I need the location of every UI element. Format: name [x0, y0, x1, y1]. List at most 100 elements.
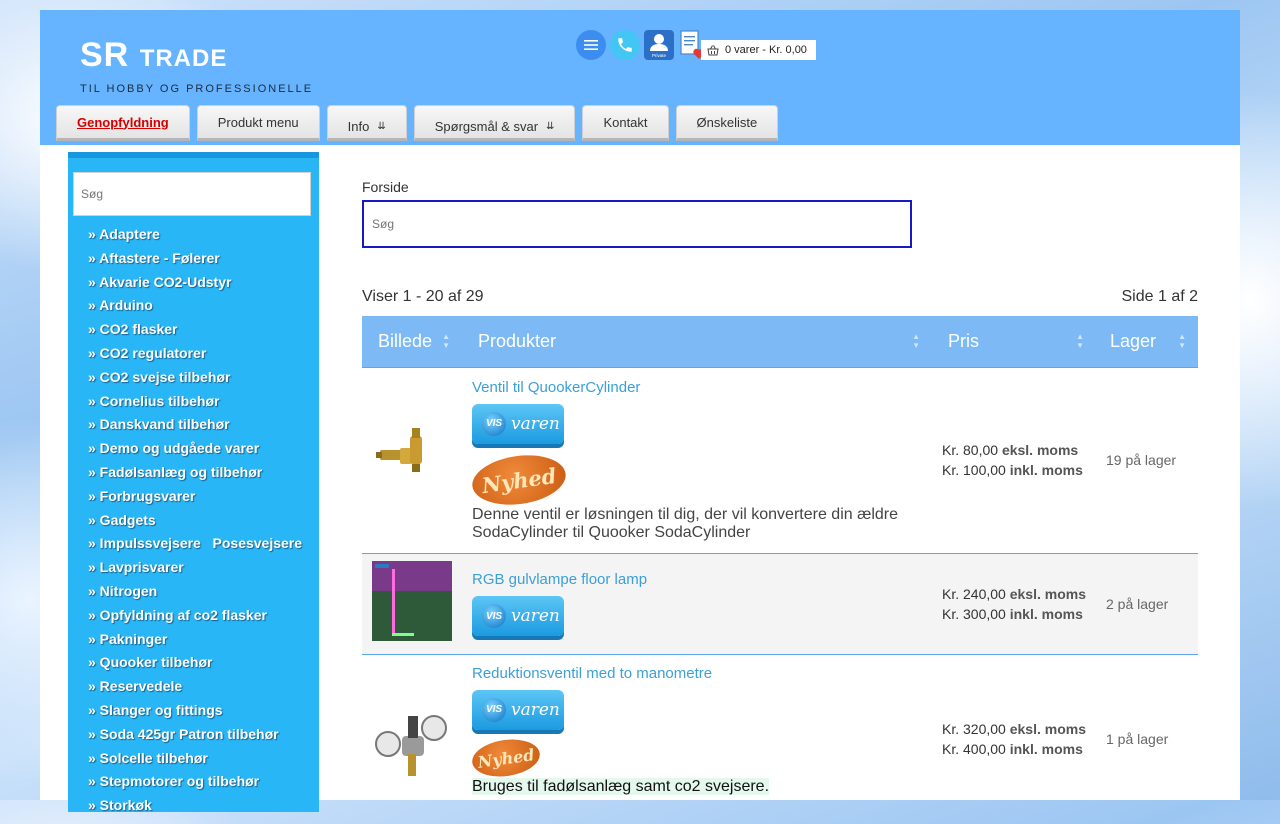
header-icons: Private: [576, 30, 708, 60]
column-header-stock[interactable]: Lager ▲ ▼: [1096, 316, 1198, 367]
column-header-products[interactable]: Produkter ▲ ▼: [462, 316, 932, 367]
chevron-down-icon: ⇊: [546, 120, 555, 132]
nav-produkt-menu[interactable]: Produkt menu: [196, 105, 320, 141]
category-item[interactable]: » Forbrugsvarer: [88, 488, 302, 512]
price-cell: Kr. 240,00 eksl. moms Kr. 300,00 inkl. m…: [932, 552, 1096, 654]
nav-label: Ønskeliste: [696, 114, 758, 130]
nav-genopfyldning[interactable]: Genopfyldning: [56, 105, 190, 141]
category-item[interactable]: » CO2 flasker: [88, 321, 302, 345]
category-item[interactable]: » Soda 425gr Patron tilbehør: [88, 726, 302, 750]
cart-text: 0 varer - Kr. 0,00: [725, 44, 807, 56]
table-row: Ventil til QuookerCylinder VIS varen Nyhe…: [362, 366, 1198, 553]
product-description: Denne ventil er løsningen til dig, der v…: [472, 505, 898, 541]
category-item[interactable]: » Storkøk: [88, 797, 302, 821]
logo-sub: TRADE: [139, 45, 228, 72]
view-product-button[interactable]: VIS varen: [472, 596, 564, 636]
category-item[interactable]: » Arduino: [88, 297, 302, 321]
product-table: Billede ▲ ▼ Produkter ▲ ▼ Pris ▲ ▼ Lager ▲ ▼: [362, 316, 1198, 824]
cart-summary[interactable]: 0 varer - Kr. 0,00: [701, 40, 816, 60]
product-image[interactable]: [372, 561, 452, 641]
category-item[interactable]: » Lavprisvarer: [88, 559, 302, 583]
price-value: Kr. 300,00: [942, 605, 1006, 622]
price-incl: Kr. 300,00 inkl. moms: [942, 604, 1096, 624]
price-incl: Kr. 400,00 inkl. moms: [942, 739, 1096, 759]
product-image[interactable]: [372, 417, 452, 498]
category-list: » Adaptere » Aftastere - Følerer » Akvar…: [88, 226, 302, 821]
nav-label: Info: [347, 118, 370, 134]
category-item[interactable]: » Stepmotorer og tilbehør: [88, 773, 302, 797]
category-item[interactable]: » CO2 svejse tilbehør: [88, 369, 302, 393]
category-item[interactable]: » Impulssvejsere Posesvejsere: [88, 535, 302, 559]
sort-icon: ▲ ▼: [1178, 332, 1186, 350]
excl-vat-label: eksl. moms: [1009, 585, 1086, 602]
site-tagline: TIL HOBBY OG PROFESSIONELLE: [80, 83, 314, 95]
nav-info[interactable]: Info ⇊: [326, 105, 407, 141]
category-item[interactable]: » CO2 regulatorer: [88, 345, 302, 369]
category-item[interactable]: » Nitrogen: [88, 583, 302, 607]
table-row: Reduktionsventil med to manometre VIS var…: [362, 653, 1198, 824]
view-product-button[interactable]: VIS varen: [472, 403, 564, 444]
nav-faq[interactable]: Spørgsmål & svar ⇊: [413, 105, 576, 141]
column-header-image[interactable]: Billede ▲ ▼: [362, 316, 462, 367]
nav-label: Kontakt: [603, 114, 648, 130]
content-panel: » Adaptere » Aftastere - Følerer » Akvar…: [40, 145, 1240, 824]
column-label: Pris: [948, 330, 979, 351]
nav-label: Genopfyldning: [77, 114, 169, 130]
category-item[interactable]: » Aftastere - Følerer: [88, 250, 302, 274]
stock-status: 2 på lager: [1096, 552, 1198, 654]
site-header: SR TRADE TIL HOBBY OG PROFESSIONELLE Pri…: [40, 10, 1240, 145]
sort-icon: ▲ ▼: [442, 332, 450, 350]
price-value: Kr. 320,00: [942, 721, 1006, 738]
category-item[interactable]: » Adaptere: [88, 226, 302, 250]
category-item[interactable]: » Fadølsanlæg og tilbehør: [88, 464, 302, 488]
stock-status: 19 på lager: [1096, 366, 1198, 553]
category-item[interactable]: » Demo og udgåede varer: [88, 440, 302, 464]
product-link[interactable]: Ventil til QuookerCylinder: [472, 379, 922, 396]
category-item[interactable]: » Pakninger: [88, 631, 302, 655]
view-product-button[interactable]: VIS varen: [472, 689, 564, 730]
sort-icon: ▲ ▼: [912, 332, 920, 350]
nav-kontakt[interactable]: Kontakt: [582, 105, 669, 141]
category-item[interactable]: » Reservedele: [88, 678, 302, 702]
basket-icon: [707, 45, 719, 56]
search-input[interactable]: [362, 200, 912, 248]
stock-status: 1 på lager: [1096, 653, 1198, 824]
category-item[interactable]: » Slanger og fittings: [88, 702, 302, 726]
nav-wishlist[interactable]: Ønskeliste: [675, 105, 779, 141]
price-value: Kr. 240,00: [942, 585, 1006, 602]
category-item[interactable]: » Akvarie CO2-Udstyr: [88, 274, 302, 298]
sidebar-search-input[interactable]: [73, 172, 311, 216]
price-cell: Kr. 80,00 eksl. moms Kr. 100,00 inkl. mo…: [932, 366, 1096, 553]
product-info-cell: Ventil til QuookerCylinder VIS varen Nyhe…: [462, 366, 932, 553]
category-item[interactable]: » Gadgets: [88, 512, 302, 536]
product-image[interactable]: [372, 707, 452, 788]
breadcrumb[interactable]: Forside: [362, 179, 409, 195]
column-header-price[interactable]: Pris ▲ ▼: [932, 316, 1096, 367]
table-row: RGB gulvlampe floor lamp VIS varen Kr. 24…: [362, 552, 1198, 654]
category-item[interactable]: » Opfyldning af co2 flasker: [88, 607, 302, 631]
user-icon[interactable]: Private: [644, 30, 674, 60]
product-info-cell: Reduktionsventil med to manometre VIS var…: [462, 653, 932, 824]
incl-vat-label: inkl. moms: [1009, 741, 1083, 758]
product-link[interactable]: Reduktionsventil med to manometre: [472, 665, 922, 682]
category-item[interactable]: » Solcelle tilbehør: [88, 750, 302, 774]
category-item[interactable]: » Quooker tilbehør: [88, 654, 302, 678]
view-button-label: varen: [511, 606, 560, 626]
product-image-cell: [362, 653, 462, 824]
product-image-cell: [362, 552, 462, 654]
price-value: Kr. 400,00: [942, 741, 1006, 758]
logo-main: SR: [80, 36, 130, 74]
price-excl: Kr. 80,00 eksl. moms: [942, 440, 1096, 460]
product-link[interactable]: RGB gulvlampe floor lamp: [472, 571, 922, 588]
price-excl: Kr. 240,00 eksl. moms: [942, 584, 1096, 604]
phone-icon[interactable]: [610, 30, 640, 60]
menu-icon[interactable]: [576, 30, 606, 60]
user-icon-label: Private: [652, 53, 667, 58]
vis-badge-icon: VIS: [482, 697, 506, 722]
category-sidebar: » Adaptere » Aftastere - Følerer » Akvar…: [68, 152, 319, 813]
category-item[interactable]: » Danskvand tilbehør: [88, 416, 302, 440]
site-logo[interactable]: SR TRADE: [80, 36, 227, 75]
page-wrapper: SR TRADE TIL HOBBY OG PROFESSIONELLE Pri…: [40, 10, 1240, 824]
category-item[interactable]: » Cornelius tilbehør: [88, 393, 302, 417]
chevron-down-icon: ⇊: [377, 120, 386, 132]
